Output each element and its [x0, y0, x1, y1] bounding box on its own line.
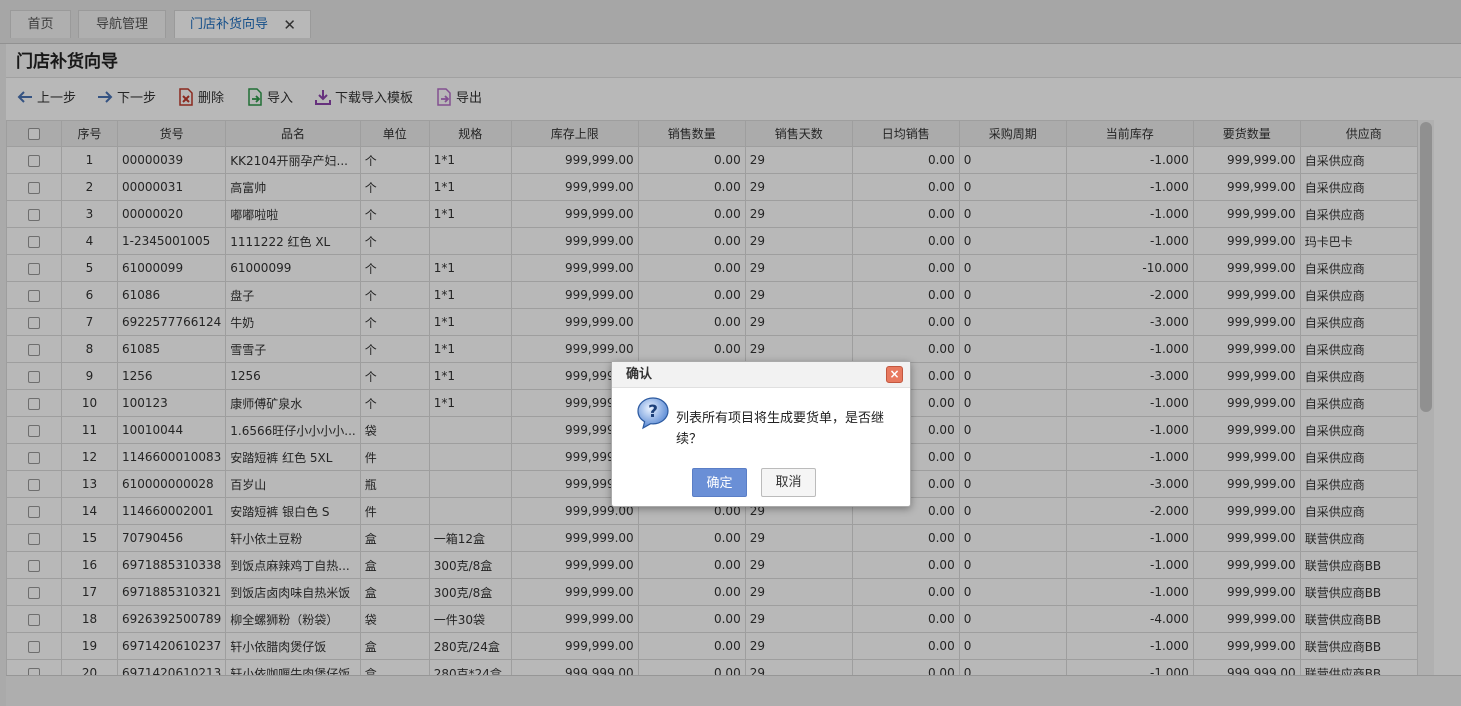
dialog-message: 列表所有项目将生成要货单，是否继续？ — [676, 411, 885, 447]
confirm-dialog: 确认 × ? 列表所有项目将生成要货单，是否继续？ 确定 取消 — [611, 361, 911, 507]
svg-text:?: ? — [648, 402, 658, 422]
confirm-button[interactable]: 确定 — [692, 468, 747, 497]
cancel-button[interactable]: 取消 — [761, 468, 816, 497]
dialog-close-icon[interactable]: × — [886, 366, 903, 383]
question-icon: ? — [637, 397, 669, 430]
dialog-title: 确认 — [612, 362, 910, 388]
modal-overlay — [0, 0, 1461, 706]
